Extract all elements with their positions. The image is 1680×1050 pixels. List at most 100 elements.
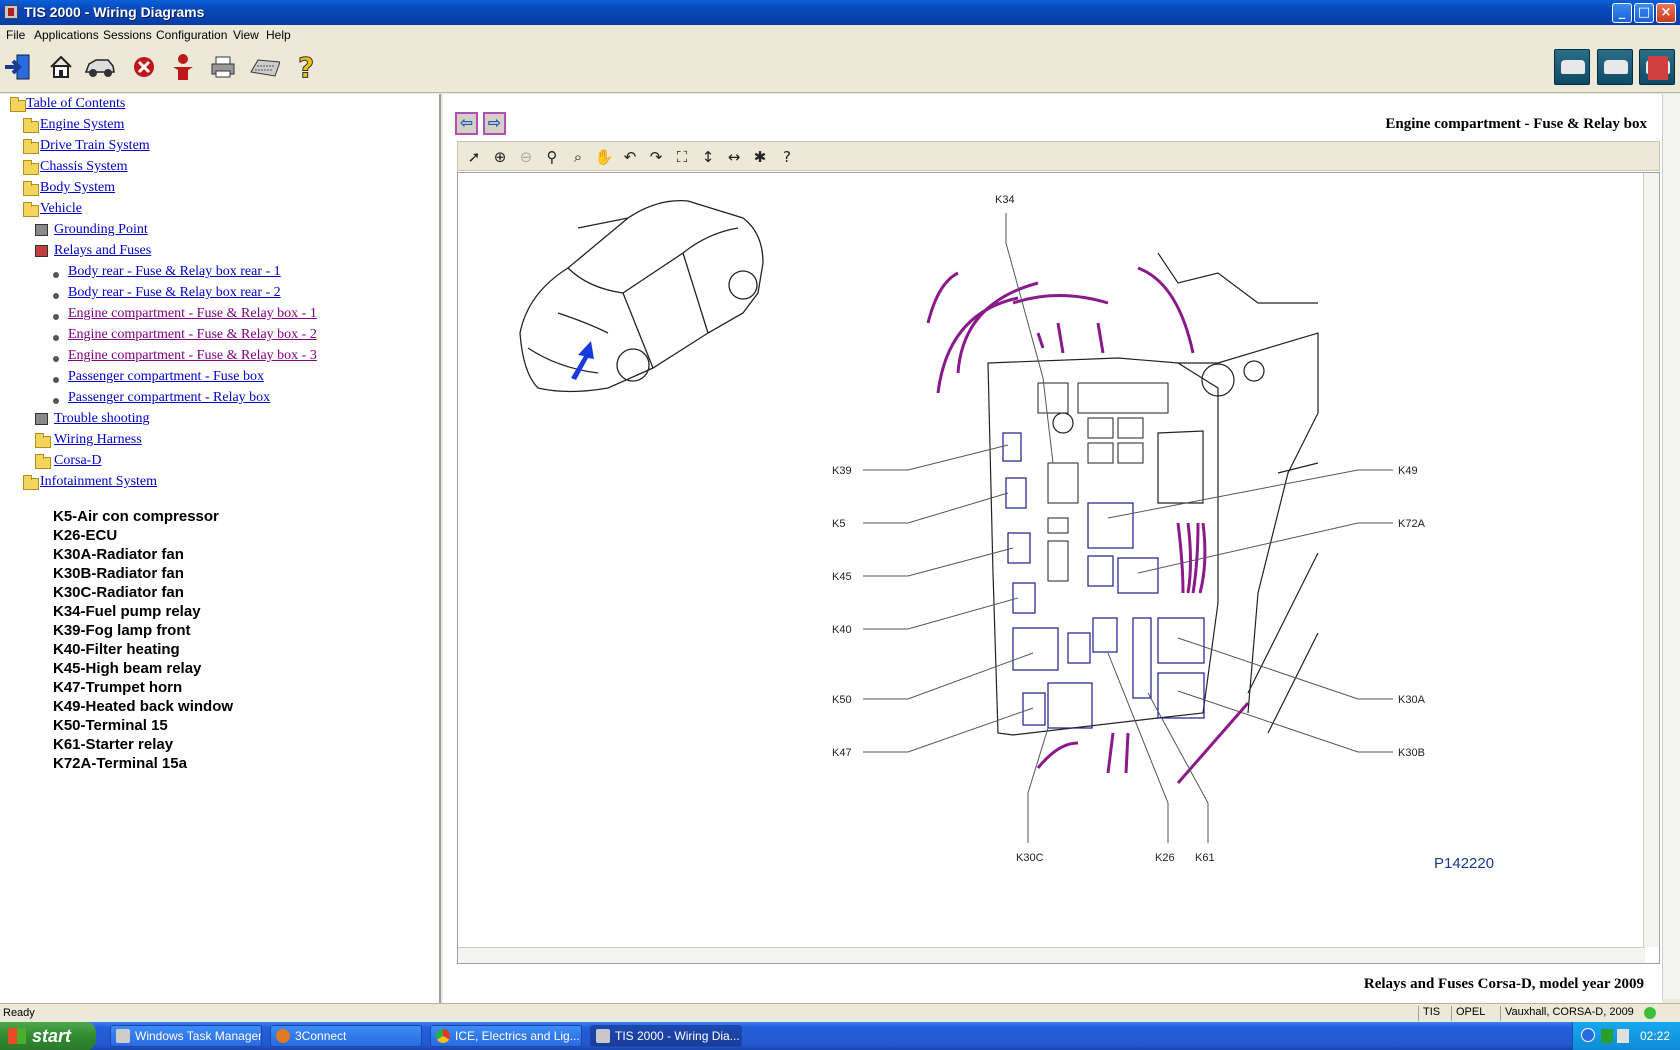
- viewer-help-icon[interactable]: ?: [776, 146, 798, 168]
- vehicle-selection-icon[interactable]: [1597, 49, 1633, 85]
- exit-icon[interactable]: [2, 51, 34, 83]
- bullet-icon: [53, 335, 59, 341]
- window-title: TIS 2000 - Wiring Diagrams: [24, 4, 205, 20]
- folder-icon: [23, 160, 39, 175]
- viewer-vertical-scrollbar[interactable]: [1643, 173, 1659, 947]
- label-k30a: K30A: [1398, 694, 1426, 706]
- back-arrow-icon[interactable]: ⇦: [455, 112, 478, 135]
- task-label: ICE, Electrics and Lig...: [455, 1029, 580, 1043]
- menu-sessions[interactable]: Sessions: [103, 28, 152, 42]
- page-vertical-scrollbar[interactable]: [1662, 94, 1680, 999]
- legend-item: K40-Filter heating: [53, 641, 180, 658]
- tree-item-passenger-relay-box[interactable]: Passenger compartment - Relay box: [68, 390, 270, 410]
- home-icon[interactable]: [45, 51, 77, 83]
- forward-arrow-icon[interactable]: ⇨: [483, 112, 506, 135]
- menu-configuration[interactable]: Configuration: [156, 28, 227, 42]
- system-tray: 02:22: [1572, 1022, 1680, 1050]
- folder-icon: [23, 475, 39, 490]
- tray-arrow-icon[interactable]: [1581, 1028, 1595, 1042]
- menu-help[interactable]: Help: [266, 28, 291, 42]
- legend-item: K45-High beam relay: [53, 660, 202, 677]
- fit-width-icon[interactable]: ↔: [723, 146, 745, 168]
- title-bar[interactable]: TIS 2000 - Wiring Diagrams _ □ ×: [0, 0, 1680, 25]
- legend-item: K61-Starter relay: [53, 736, 174, 753]
- tree-item-chassis-system[interactable]: Chassis System: [40, 159, 128, 179]
- tree-item-engine-system[interactable]: Engine System: [40, 117, 124, 137]
- task-3connect[interactable]: 3Connect: [270, 1025, 422, 1047]
- close-button[interactable]: ×: [1656, 3, 1676, 23]
- task-label: Windows Task Manager: [135, 1029, 262, 1043]
- bullet-icon: [53, 377, 59, 383]
- fit-height-icon[interactable]: ↕: [697, 146, 719, 168]
- status-make: OPEL: [1451, 1006, 1499, 1021]
- tree-item-relays-and-fuses[interactable]: Relays and Fuses: [54, 243, 151, 263]
- start-label: start: [32, 1026, 72, 1046]
- bullet-icon: [53, 314, 59, 320]
- bullet-icon: [53, 398, 59, 404]
- help-icon[interactable]: ?: [291, 51, 323, 83]
- folder-icon: [35, 433, 51, 448]
- rotate-left-icon[interactable]: ↶: [619, 146, 641, 168]
- zoom-icon[interactable]: ⚲: [541, 146, 563, 168]
- maximize-button[interactable]: □: [1634, 3, 1654, 23]
- tray-network-icon[interactable]: [1601, 1029, 1613, 1043]
- label-k45: K45: [832, 571, 852, 583]
- task-tis2000[interactable]: TIS 2000 - Wiring Dia...: [590, 1025, 742, 1047]
- task-label: TIS 2000 - Wiring Dia...: [615, 1029, 740, 1043]
- stop-icon[interactable]: [128, 51, 160, 83]
- tree-item-table-of-contents[interactable]: Table of Contents: [26, 96, 125, 116]
- menu-applications[interactable]: Applications: [34, 28, 99, 42]
- highlight-icon[interactable]: ✱: [749, 146, 771, 168]
- tree-item-wiring-harness[interactable]: Wiring Harness: [54, 432, 142, 452]
- tree-item-engine-compartment-3[interactable]: Engine compartment - Fuse & Relay box - …: [68, 348, 317, 368]
- tree-item-engine-compartment-2[interactable]: Engine compartment - Fuse & Relay box - …: [68, 327, 317, 347]
- tree-item-drive-train-system[interactable]: Drive Train System: [40, 138, 150, 158]
- print-icon[interactable]: [208, 51, 240, 83]
- diagnostics-icon[interactable]: [1639, 49, 1675, 85]
- legend-item: K39-Fog lamp front: [53, 622, 191, 639]
- fit-page-icon[interactable]: ⛶: [671, 146, 693, 168]
- keyboard-icon[interactable]: [248, 51, 280, 83]
- menu-view[interactable]: View: [233, 28, 259, 42]
- legend-item: K34-Fuel pump relay: [53, 603, 201, 620]
- tree-item-engine-compartment-1[interactable]: Engine compartment - Fuse & Relay box - …: [68, 306, 317, 326]
- vehicle-icon[interactable]: [84, 51, 116, 83]
- tree-item-trouble-shooting[interactable]: Trouble shooting: [54, 411, 150, 431]
- workshop-tool-icon[interactable]: [1554, 49, 1590, 85]
- minimize-button[interactable]: _: [1612, 3, 1632, 23]
- relay-positions: [1002, 432, 1205, 729]
- zoom-window-icon[interactable]: ⌕: [567, 146, 589, 168]
- tree-item-body-system[interactable]: Body System: [40, 180, 115, 200]
- diagram-viewer[interactable]: K34 K39 K5 K45 K40 K50 K47 K49 K72A K30A…: [457, 172, 1660, 964]
- tree-item-body-rear-2[interactable]: Body rear - Fuse & Relay box rear - 2: [68, 285, 281, 305]
- start-button[interactable]: start: [0, 1022, 96, 1050]
- status-vehicle: Vauxhall, CORSA-D, 2009: [1500, 1006, 1650, 1021]
- folder-icon: [10, 97, 26, 112]
- status-bar: Ready TIS OPEL Vauxhall, CORSA-D, 2009: [0, 1003, 1680, 1022]
- tree-item-corsa-d[interactable]: Corsa-D: [54, 453, 101, 473]
- tree-item-grounding-point[interactable]: Grounding Point: [54, 222, 148, 242]
- taskbar: start Windows Task Manager 3Connect ICE,…: [0, 1022, 1680, 1050]
- legend-item: K72A-Terminal 15a: [53, 755, 187, 772]
- tree-item-body-rear-1[interactable]: Body rear - Fuse & Relay box rear - 1: [68, 264, 281, 284]
- pointer-icon[interactable]: ➚: [463, 146, 485, 168]
- task-task-manager[interactable]: Windows Task Manager: [110, 1025, 262, 1047]
- rotate-right-icon[interactable]: ↷: [645, 146, 667, 168]
- task-label: 3Connect: [295, 1029, 347, 1043]
- navigation-panel: Table of Contents Engine System Drive Tr…: [0, 94, 441, 1004]
- menu-file[interactable]: File: [6, 28, 25, 42]
- zoom-in-icon[interactable]: ⊕: [489, 146, 511, 168]
- viewer-horizontal-scrollbar[interactable]: [458, 947, 1645, 963]
- zoom-out-icon[interactable]: ⊖: [515, 146, 537, 168]
- tree-item-vehicle[interactable]: Vehicle: [40, 201, 82, 221]
- pan-hand-icon[interactable]: ✋: [593, 146, 615, 168]
- tree-item-infotainment-system[interactable]: Infotainment System: [40, 474, 157, 494]
- label-k34: K34: [995, 194, 1015, 206]
- tree-item-passenger-fuse-box[interactable]: Passenger compartment - Fuse box: [68, 369, 264, 389]
- main-toolbar: ?: [0, 45, 1680, 93]
- tis-app-icon: [596, 1029, 610, 1043]
- tray-wifi-icon[interactable]: [1617, 1029, 1629, 1043]
- person-icon[interactable]: [167, 51, 199, 83]
- task-browser[interactable]: ICE, Electrics and Lig...: [430, 1025, 582, 1047]
- app-icon: [4, 5, 18, 19]
